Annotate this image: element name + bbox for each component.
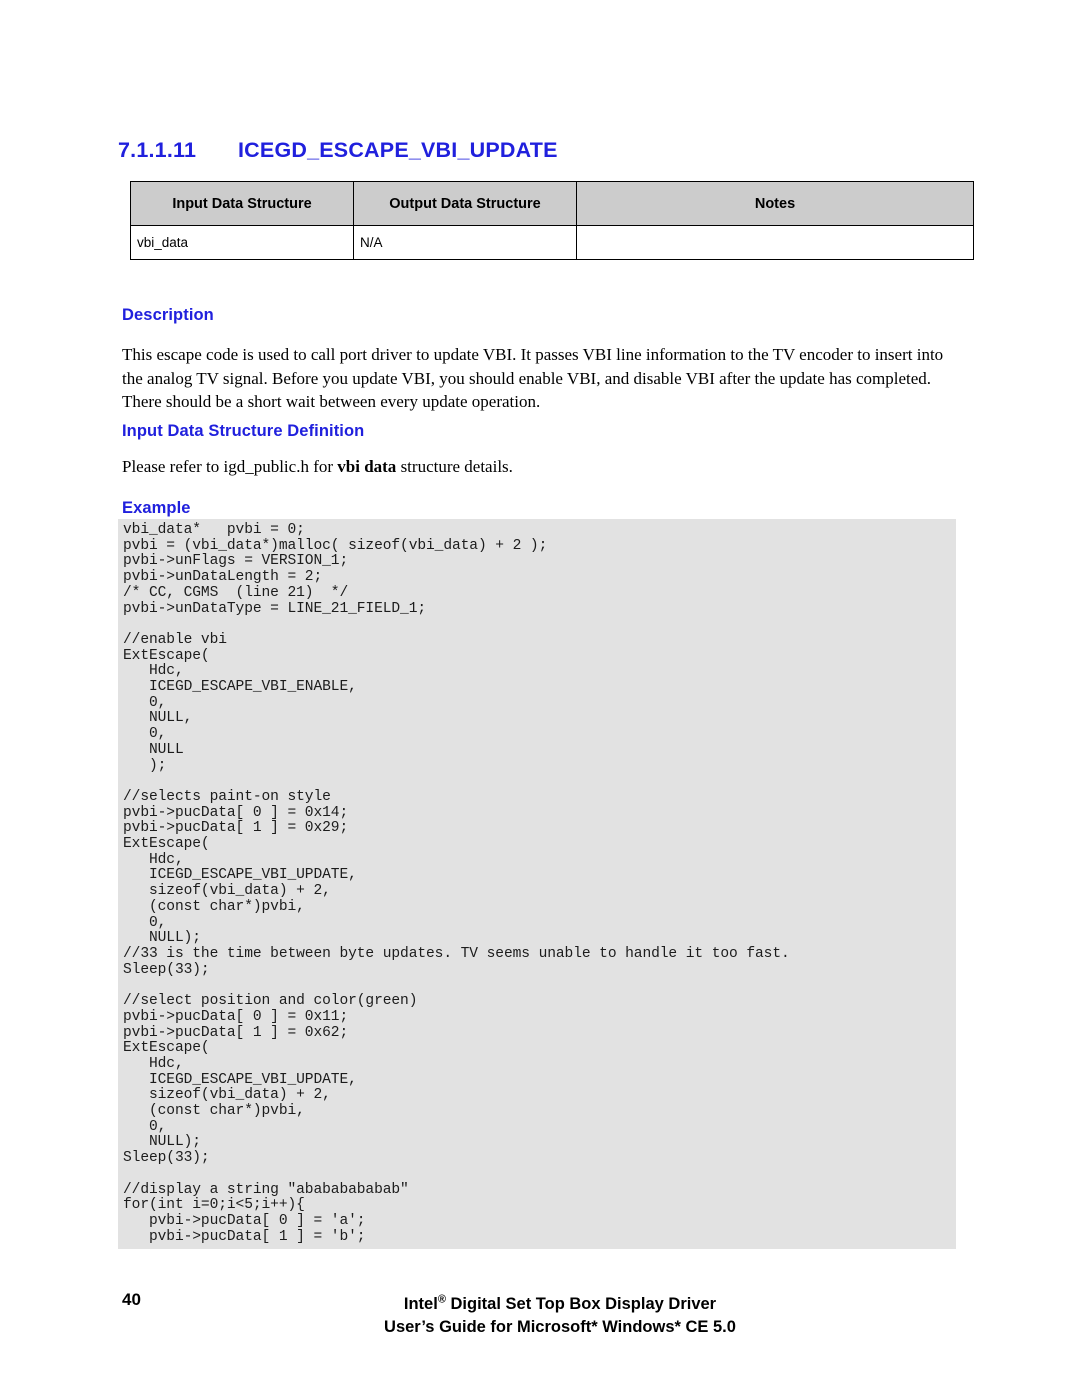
code-line: pvbi->unDataType = LINE_21_FIELD_1;	[123, 600, 427, 617]
table-cell-output-data-structure: N/A	[353, 225, 577, 260]
table-row: vbi_data N/A	[130, 225, 974, 260]
code-line: ICEGD_ESCAPE_VBI_UPDATE,	[123, 867, 357, 884]
code-line: Hdc,	[123, 851, 184, 868]
code-line: pvbi->pucData[ 1 ] = 0x62;	[123, 1024, 349, 1041]
code-line: //display a string "abababababab"	[123, 1181, 409, 1198]
heading-example: Example	[122, 499, 191, 517]
code-line: );	[123, 757, 167, 774]
code-line: pvbi->pucData[ 0 ] = 'a';	[123, 1212, 366, 1229]
document-page: 7.1.1.11 ICEGD_ESCAPE_VBI_UPDATE Input D…	[0, 0, 1080, 1397]
code-line: pvbi->unFlags = VERSION_1;	[123, 553, 349, 570]
paragraph-description: This escape code is used to call port dr…	[122, 345, 944, 411]
footer-page-number: 40	[122, 1290, 141, 1309]
code-line: NULL,	[123, 710, 193, 727]
code-line: sizeof(vbi_data) + 2,	[123, 883, 331, 900]
code-line: Sleep(33);	[123, 961, 210, 978]
page-footer: 40 Intel® Digital Set Top Box Display Dr…	[0, 1286, 1080, 1356]
code-line: sizeof(vbi_data) + 2,	[123, 1087, 331, 1104]
summary-table: Input Data Structure Output Data Structu…	[130, 181, 974, 260]
registered-trademark-icon: ®	[437, 1293, 446, 1305]
code-line: ICEGD_ESCAPE_VBI_ENABLE,	[123, 679, 357, 696]
table-header-output-data-structure: Output Data Structure	[353, 181, 577, 226]
table-cell-input-data-structure: vbi_data	[130, 225, 354, 260]
page-title: 7.1.1.11 ICEGD_ESCAPE_VBI_UPDATE	[118, 138, 978, 163]
heading-input-data-structure-definition: Input Data Structure Definition	[122, 422, 365, 440]
code-line: ExtEscape(	[123, 836, 210, 853]
code-line: pvbi = (vbi_data*)malloc( sizeof(vbi_dat…	[123, 537, 548, 554]
footer-line1: Intel® Digital Set Top Box Display Drive…	[403, 1293, 717, 1313]
code-line: (const char*)pvbi,	[123, 898, 305, 915]
code-line: //select position and color(green)	[123, 993, 418, 1010]
code-line: 0,	[123, 726, 167, 743]
code-line: ICEGD_ESCAPE_VBI_UPDATE,	[123, 1071, 357, 1088]
paragraph-suffix: structure details.	[396, 457, 513, 476]
paragraph-input-data-structure-definition: Please refer to igd_public.h for vbi dat…	[122, 455, 962, 479]
structure-name-bold: vbi data	[337, 457, 397, 476]
section-title: ICEGD_ESCAPE_VBI_UPDATE	[238, 138, 558, 162]
code-line: for(int i=0;i<5;i++){	[123, 1197, 305, 1214]
code-line: NULL	[123, 741, 184, 758]
code-line: Sleep(33);	[123, 1150, 210, 1167]
code-line: 0,	[123, 1118, 167, 1135]
paragraph-prefix: Please refer to igd_public.h for	[122, 457, 338, 476]
code-block: vbi_data* pvbi = 0; pvbi = (vbi_data*)mal…	[118, 519, 956, 1250]
section-number: 7.1.1.11	[118, 138, 197, 162]
code-line: NULL);	[123, 930, 201, 947]
code-line: //33 is the time between byte updates. T…	[123, 945, 790, 962]
code-line: ExtEscape(	[123, 1040, 210, 1057]
code-line: //selects paint-on style	[123, 788, 331, 805]
code-line: 0,	[123, 694, 167, 711]
footer-brand: Intel	[403, 1294, 438, 1313]
table-header-row: Input Data Structure Output Data Structu…	[130, 181, 974, 226]
footer-product: Digital Set Top Box Display Driver	[445, 1294, 717, 1313]
heading-description: Description	[122, 306, 214, 324]
code-line: Hdc,	[123, 1055, 184, 1072]
code-line: pvbi->pucData[ 0 ] = 0x14;	[123, 804, 349, 821]
code-line: pvbi->unDataLength = 2;	[123, 569, 323, 586]
code-line: (const char*)pvbi,	[123, 1103, 305, 1120]
code-line: Hdc,	[123, 663, 184, 680]
code-line: NULL);	[123, 1134, 201, 1151]
code-line: /* CC, CGMS (line 21) */	[123, 584, 349, 601]
table-header-input-data-structure: Input Data Structure	[130, 181, 354, 226]
code-line: ExtEscape(	[123, 647, 210, 664]
table-header-notes: Notes	[576, 181, 974, 226]
code-line: pvbi->pucData[ 1 ] = 'b';	[123, 1228, 366, 1245]
code-line: //enable vbi	[123, 631, 227, 648]
code-line: 0,	[123, 914, 167, 931]
footer-line2: User’s Guide for Microsoft* Windows* CE …	[384, 1317, 736, 1336]
code-line: vbi_data* pvbi = 0;	[123, 522, 305, 538]
code-line: pvbi->pucData[ 0 ] = 0x11;	[123, 1008, 349, 1025]
table-cell-notes	[576, 225, 974, 260]
code-line: pvbi->pucData[ 1 ] = 0x29;	[123, 820, 349, 837]
footer-title: Intel® Digital Set Top Box Display Drive…	[240, 1288, 880, 1339]
